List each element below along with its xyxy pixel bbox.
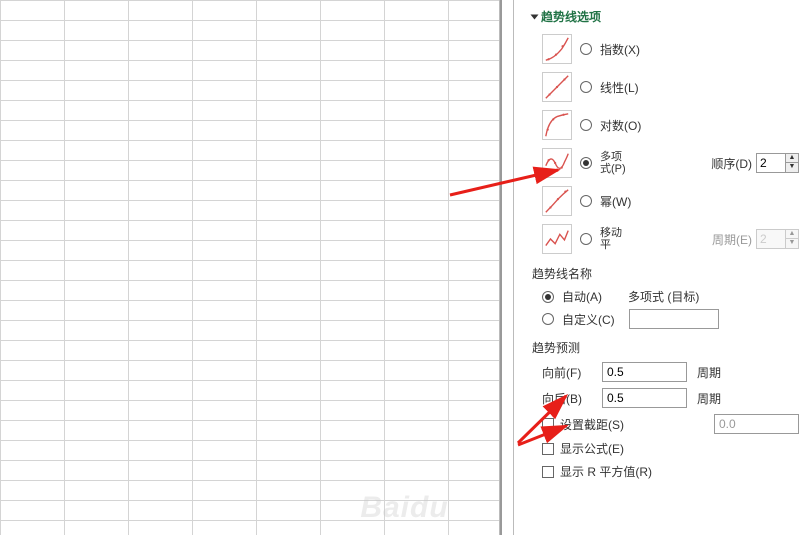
- backward-input[interactable]: [602, 388, 687, 408]
- radio-name-auto[interactable]: [542, 291, 554, 303]
- power-icon: [542, 186, 572, 216]
- order-up[interactable]: ▲: [786, 154, 798, 163]
- radio-polynomial[interactable]: [580, 157, 592, 169]
- option-exponential[interactable]: 指数(X): [542, 33, 799, 65]
- label-name-custom: 自定义(C): [562, 311, 615, 328]
- pane-gap: [502, 0, 514, 535]
- checkbox-intercept[interactable]: [542, 418, 554, 430]
- period-down: ▼: [786, 239, 798, 248]
- trendline-name-header: 趋势线名称: [532, 265, 799, 282]
- order-down[interactable]: ▼: [786, 163, 798, 172]
- moving-average-icon: [542, 224, 572, 254]
- order-label: 顺序(D): [711, 155, 752, 172]
- period-up: ▲: [786, 230, 798, 239]
- forward-input[interactable]: [602, 362, 687, 382]
- checkbox-rsquared[interactable]: [542, 466, 554, 478]
- radio-power[interactable]: [580, 195, 592, 207]
- label-logarithmic: 对数(O): [600, 117, 641, 134]
- custom-name-input[interactable]: [629, 309, 719, 329]
- polynomial-icon: [542, 148, 572, 178]
- backward-label: 向后(B): [542, 390, 592, 407]
- forecast-backward-row: 向后(B) 周期: [532, 388, 799, 408]
- trendline-options-header[interactable]: 趋势线选项: [532, 8, 799, 25]
- forecast-header: 趋势预测: [532, 339, 799, 356]
- equation-row[interactable]: 显示公式(E): [532, 440, 799, 457]
- period-spinner: ▲▼: [756, 229, 799, 249]
- period-input: [757, 230, 785, 248]
- option-power[interactable]: 幂(W): [542, 185, 799, 217]
- radio-moving-average[interactable]: [580, 233, 592, 245]
- label-name-auto: 自动(A): [562, 288, 602, 305]
- label-intercept: 设置截距(S): [560, 416, 624, 433]
- radio-linear[interactable]: [580, 81, 592, 93]
- period-label: 周期(E): [712, 231, 752, 248]
- option-linear[interactable]: 线性(L): [542, 71, 799, 103]
- label-polynomial: 多项 式(P): [600, 151, 626, 175]
- option-polynomial[interactable]: 多项 式(P) 顺序(D) ▲▼: [542, 147, 799, 179]
- intercept-row[interactable]: 设置截距(S): [532, 414, 799, 434]
- label-equation: 显示公式(E): [560, 440, 624, 457]
- radio-exponential[interactable]: [580, 43, 592, 55]
- spreadsheet-grid[interactable]: [0, 0, 500, 535]
- label-linear: 线性(L): [600, 79, 639, 96]
- radio-logarithmic[interactable]: [580, 119, 592, 131]
- order-spinner[interactable]: ▲▼: [756, 153, 799, 173]
- rsquared-row[interactable]: 显示 R 平方值(R): [532, 463, 799, 480]
- option-logarithmic[interactable]: 对数(O): [542, 109, 799, 141]
- format-trendline-panel: 趋势线选项 指数(X) 线性(L): [514, 0, 809, 535]
- order-input[interactable]: [757, 154, 785, 172]
- option-moving-average[interactable]: 移动 平 周期(E) ▲▼: [542, 223, 799, 255]
- label-rsquared: 显示 R 平方值(R): [560, 463, 652, 480]
- radio-name-custom[interactable]: [542, 313, 554, 325]
- section-title-text: 趋势线选项: [541, 8, 601, 25]
- linear-icon: [542, 72, 572, 102]
- name-auto-row[interactable]: 自动(A) 多项式 (目标): [532, 288, 799, 305]
- label-exponential: 指数(X): [600, 41, 640, 58]
- label-power: 幂(W): [600, 193, 631, 210]
- forward-label: 向前(F): [542, 364, 592, 381]
- backward-unit: 周期: [697, 390, 721, 407]
- checkbox-equation[interactable]: [542, 443, 554, 455]
- label-moving-average: 移动 平: [600, 227, 622, 251]
- forward-unit: 周期: [697, 364, 721, 381]
- auto-name-value: 多项式 (目标): [628, 288, 699, 305]
- logarithmic-icon: [542, 110, 572, 140]
- collapse-triangle-icon[interactable]: [531, 14, 539, 19]
- forecast-forward-row: 向前(F) 周期: [532, 362, 799, 382]
- name-custom-row[interactable]: 自定义(C): [532, 309, 799, 329]
- exponential-icon: [542, 34, 572, 64]
- intercept-input: [714, 414, 799, 434]
